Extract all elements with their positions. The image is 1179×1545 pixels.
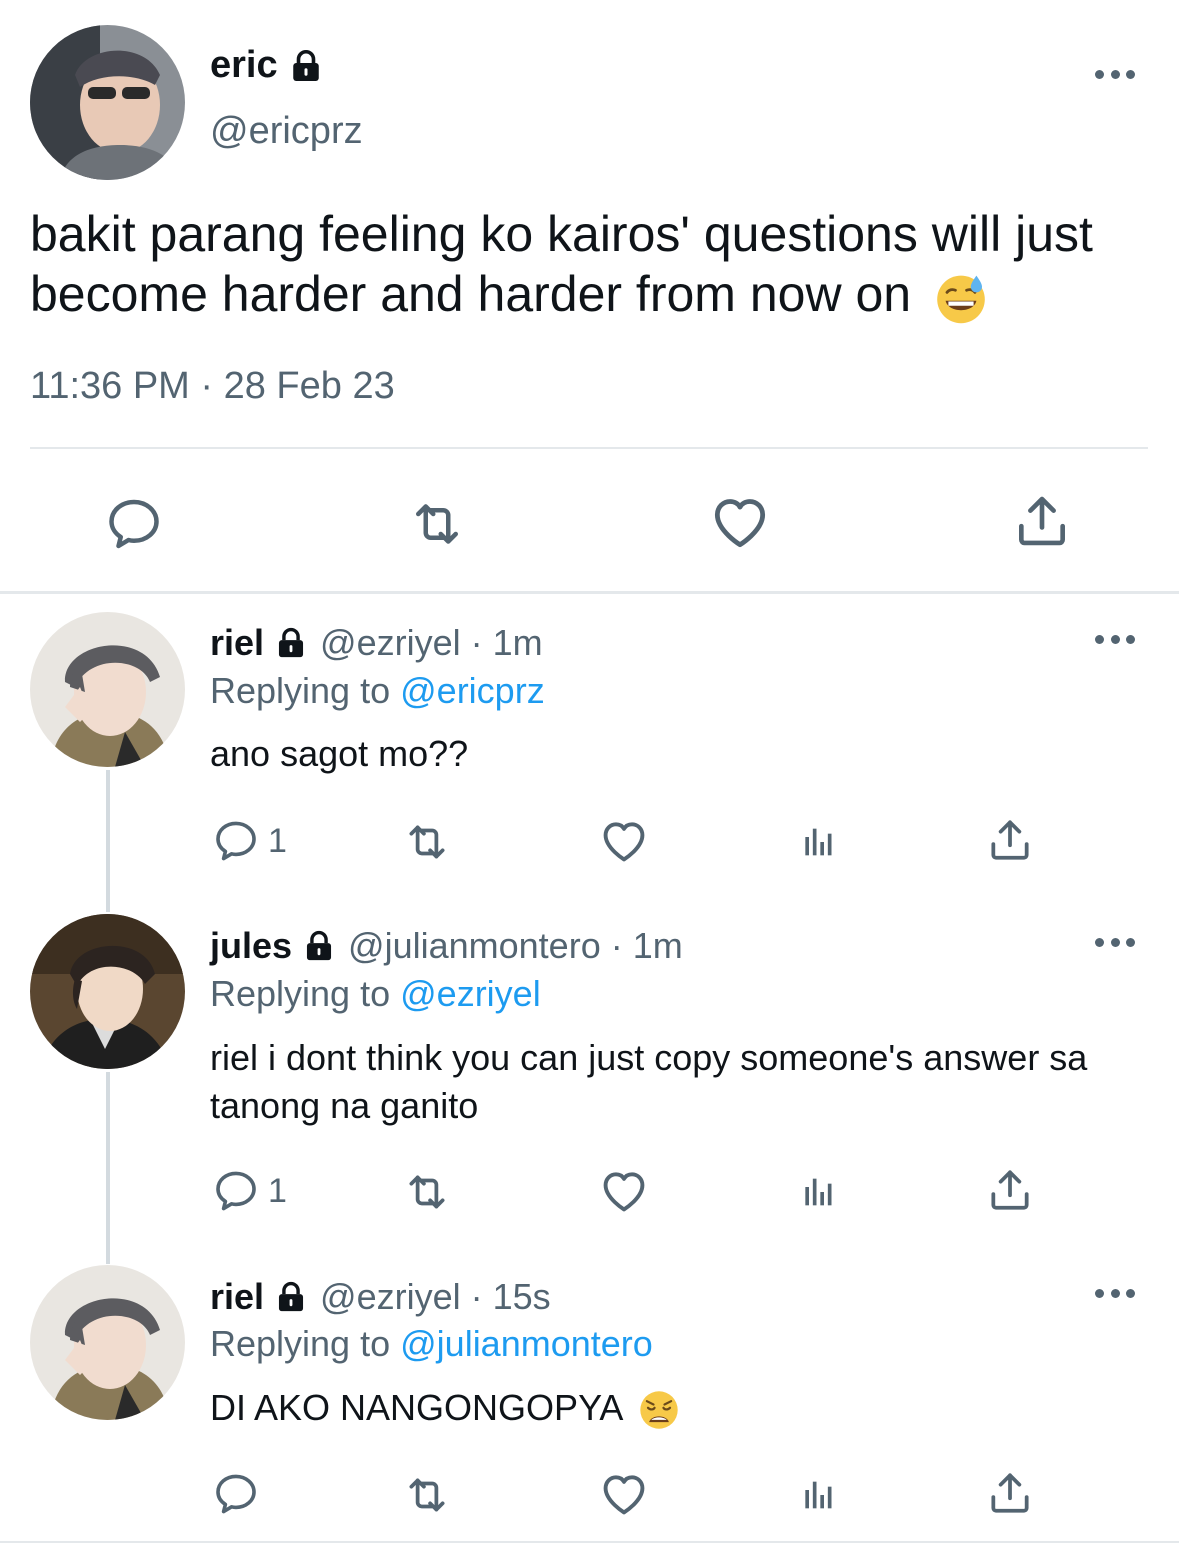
views-icon	[797, 820, 837, 864]
reply-header: riel @ezriyel · 1m	[210, 622, 543, 664]
weary-face-emoji	[637, 1388, 681, 1432]
lock-icon	[288, 48, 324, 84]
share-icon	[985, 1165, 1035, 1215]
reply-avatar[interactable]	[30, 914, 185, 1069]
share-button[interactable]	[985, 1165, 1035, 1215]
replying-mention[interactable]: @ezriyel	[400, 973, 541, 1014]
share-icon	[1010, 490, 1074, 552]
reply-count: 1	[268, 1171, 287, 1210]
more-icon[interactable]	[1095, 68, 1135, 80]
thread-line	[106, 1072, 110, 1264]
views-button[interactable]	[797, 1170, 837, 1214]
reply-text: DI AKO NANGONGOPYA	[210, 1384, 1150, 1432]
retweet-button[interactable]	[400, 817, 454, 867]
main-tweet-text: bakit parang feeling ko kairos' question…	[30, 204, 1150, 326]
retweet-icon	[405, 494, 469, 554]
reply-count: 1	[268, 821, 287, 860]
reply-author-handle[interactable]: @ezriyel	[320, 622, 461, 664]
replying-to: Replying to @ezriyel	[210, 973, 541, 1015]
lock-icon	[274, 1280, 308, 1314]
retweet-button[interactable]	[405, 494, 469, 554]
main-name-text[interactable]: eric	[210, 44, 278, 87]
heart-icon	[598, 1468, 650, 1520]
divider	[30, 447, 1148, 449]
reply-avatar[interactable]	[30, 612, 185, 767]
thread-line	[106, 770, 110, 912]
replying-mention[interactable]: @ericprz	[400, 670, 545, 711]
reply-header: riel @ezriyel · 15s	[210, 1276, 551, 1318]
replying-to: Replying to @ericprz	[210, 670, 545, 712]
reply-header: jules @julianmontero · 1m	[210, 925, 683, 967]
heart-icon	[598, 1165, 650, 1217]
reply-icon	[212, 817, 260, 865]
more-icon[interactable]	[1095, 1287, 1135, 1299]
main-author-name[interactable]: eric	[210, 44, 324, 87]
views-icon	[797, 1170, 837, 1214]
separator: ·	[610, 925, 623, 966]
reply-button[interactable]: 1	[212, 817, 287, 865]
reply-avatar[interactable]	[30, 1265, 185, 1420]
reply-time[interactable]: 1m	[633, 925, 683, 967]
like-button[interactable]	[598, 1468, 650, 1520]
reply-time[interactable]: 1m	[493, 622, 543, 664]
reply-time[interactable]: 15s	[493, 1276, 551, 1318]
share-icon	[985, 1468, 1035, 1518]
like-button[interactable]	[598, 1165, 650, 1217]
share-icon	[985, 815, 1035, 865]
reply-icon	[104, 494, 164, 554]
heart-icon	[598, 815, 650, 867]
reply-author-handle[interactable]: @ezriyel	[320, 1276, 461, 1318]
reply-icon	[212, 1470, 260, 1518]
replying-to: Replying to @julianmontero	[210, 1323, 653, 1365]
separator: ·	[470, 1276, 483, 1317]
reply-author-handle[interactable]: @julianmontero	[348, 925, 601, 967]
share-button[interactable]	[985, 815, 1035, 865]
more-icon[interactable]	[1095, 633, 1135, 645]
replying-prefix: Replying to	[210, 670, 391, 711]
reply-text: ano sagot mo??	[210, 733, 469, 774]
share-button[interactable]	[1010, 490, 1074, 552]
share-button[interactable]	[985, 1468, 1035, 1518]
main-author-handle[interactable]: @ericprz	[210, 110, 363, 153]
heart-icon	[708, 490, 772, 554]
reply-author-name[interactable]: jules	[210, 925, 292, 967]
reply-button[interactable]: 1	[212, 1167, 287, 1215]
replying-mention[interactable]: @julianmontero	[400, 1323, 653, 1364]
views-icon	[797, 1473, 837, 1517]
retweet-icon	[400, 1470, 454, 1520]
replying-prefix: Replying to	[210, 1323, 391, 1364]
main-tweet-timestamp[interactable]: 11:36 PM · 28 Feb 23	[30, 365, 395, 408]
bottom-divider	[0, 1541, 1179, 1543]
reply-button[interactable]	[212, 1470, 268, 1518]
retweet-button[interactable]	[400, 1470, 454, 1520]
reply-body: DI AKO NANGONGOPYA	[210, 1387, 622, 1428]
reply-author-name[interactable]: riel	[210, 622, 264, 664]
main-avatar[interactable]	[30, 25, 185, 180]
like-button[interactable]	[708, 490, 772, 554]
reply-icon	[212, 1167, 260, 1215]
retweet-icon	[400, 1167, 454, 1217]
separator: ·	[470, 622, 483, 663]
retweet-icon	[400, 817, 454, 867]
retweet-button[interactable]	[400, 1167, 454, 1217]
reply-button[interactable]	[104, 494, 164, 554]
views-button[interactable]	[797, 820, 837, 864]
section-divider	[0, 591, 1179, 594]
reply-author-name[interactable]: riel	[210, 1276, 264, 1318]
lock-icon	[302, 929, 336, 963]
more-icon[interactable]	[1095, 936, 1135, 948]
grinning-sweat-emoji	[933, 270, 989, 326]
reply-text: riel i dont think you can just copy some…	[210, 1037, 1088, 1126]
like-button[interactable]	[598, 815, 650, 867]
views-button[interactable]	[797, 1473, 837, 1517]
replying-prefix: Replying to	[210, 973, 391, 1014]
lock-icon	[274, 626, 308, 660]
